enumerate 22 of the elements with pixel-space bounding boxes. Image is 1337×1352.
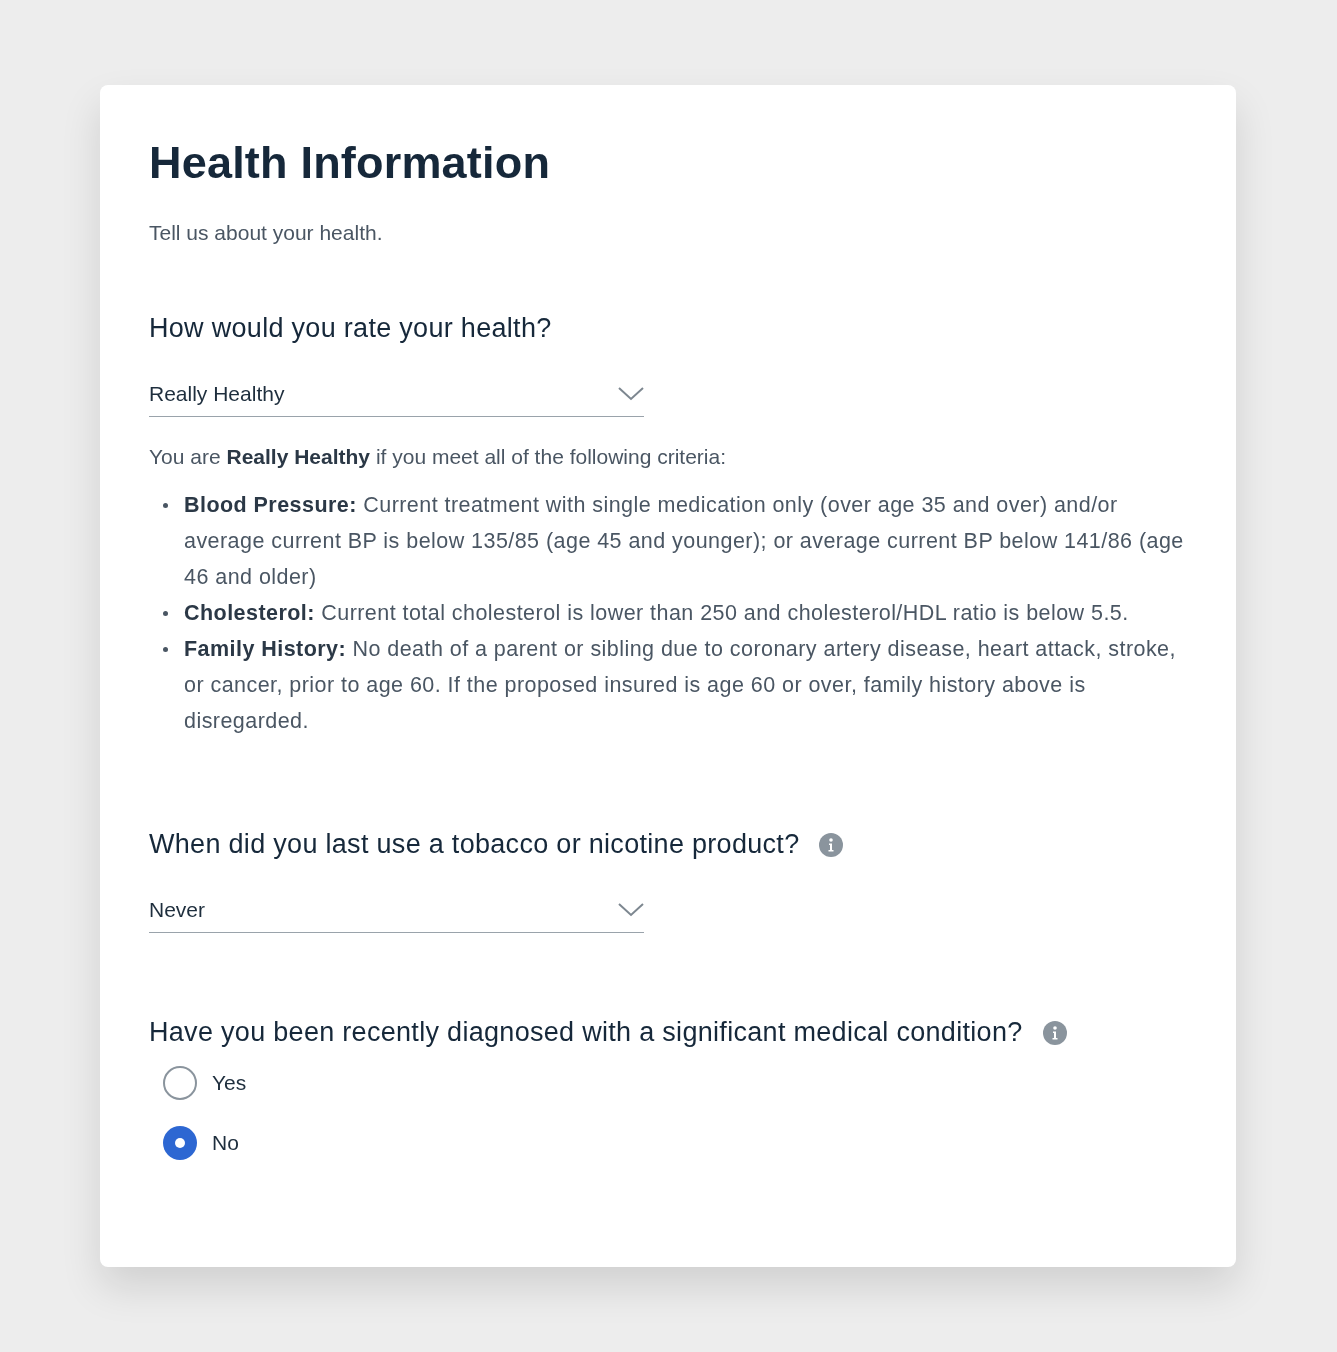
question-label: How would you rate your health? [149, 313, 552, 344]
bullet-dot [163, 611, 168, 616]
radio-option[interactable]: No [163, 1126, 1187, 1160]
page-title: Health Information [149, 137, 552, 189]
criteria-text: Cholesterol: Current total cholesterol is lower than 250 and cholesterol/HDL ratio is below 5.5. [184, 600, 1129, 627]
criteria-text: Blood Pressure: Current treatment with single medication only (over age 35 and over) and/or average current BP is below 135/85 (age 45 and younger); or average current BP below 141/86 (age 46 and older) [184, 492, 1185, 591]
chevron-down-icon [618, 387, 644, 401]
info-icon[interactable] [1042, 1020, 1067, 1045]
dropdown[interactable]: Really Healthy [149, 382, 644, 417]
dropdown[interactable]: Never [149, 898, 644, 933]
bullet-dot [163, 503, 168, 508]
radio-button[interactable] [163, 1126, 197, 1160]
bullet-dot [163, 647, 168, 652]
chevron-down-icon [618, 903, 644, 917]
info-icon[interactable] [819, 832, 844, 857]
page-subtitle: Tell us about your health. [149, 221, 384, 245]
question-label: Have you been recently diagnosed with a significant medical condition? [149, 1017, 1023, 1048]
question-label: When did you last use a tobacco or nicotine product? [149, 829, 800, 860]
radio-option[interactable]: Yes [163, 1066, 1187, 1100]
criteria-text: Family History: No death of a parent or sibling due to coronary artery disease, heart attack, stroke, or cancer, prior to age 60. If the proposed insured is age 60 or over, family history above is disregarded. [184, 636, 1177, 735]
criteria-intro: You are Really Healthy if you meet all of the following criteria: [149, 445, 728, 469]
radio-button[interactable] [163, 1066, 197, 1100]
